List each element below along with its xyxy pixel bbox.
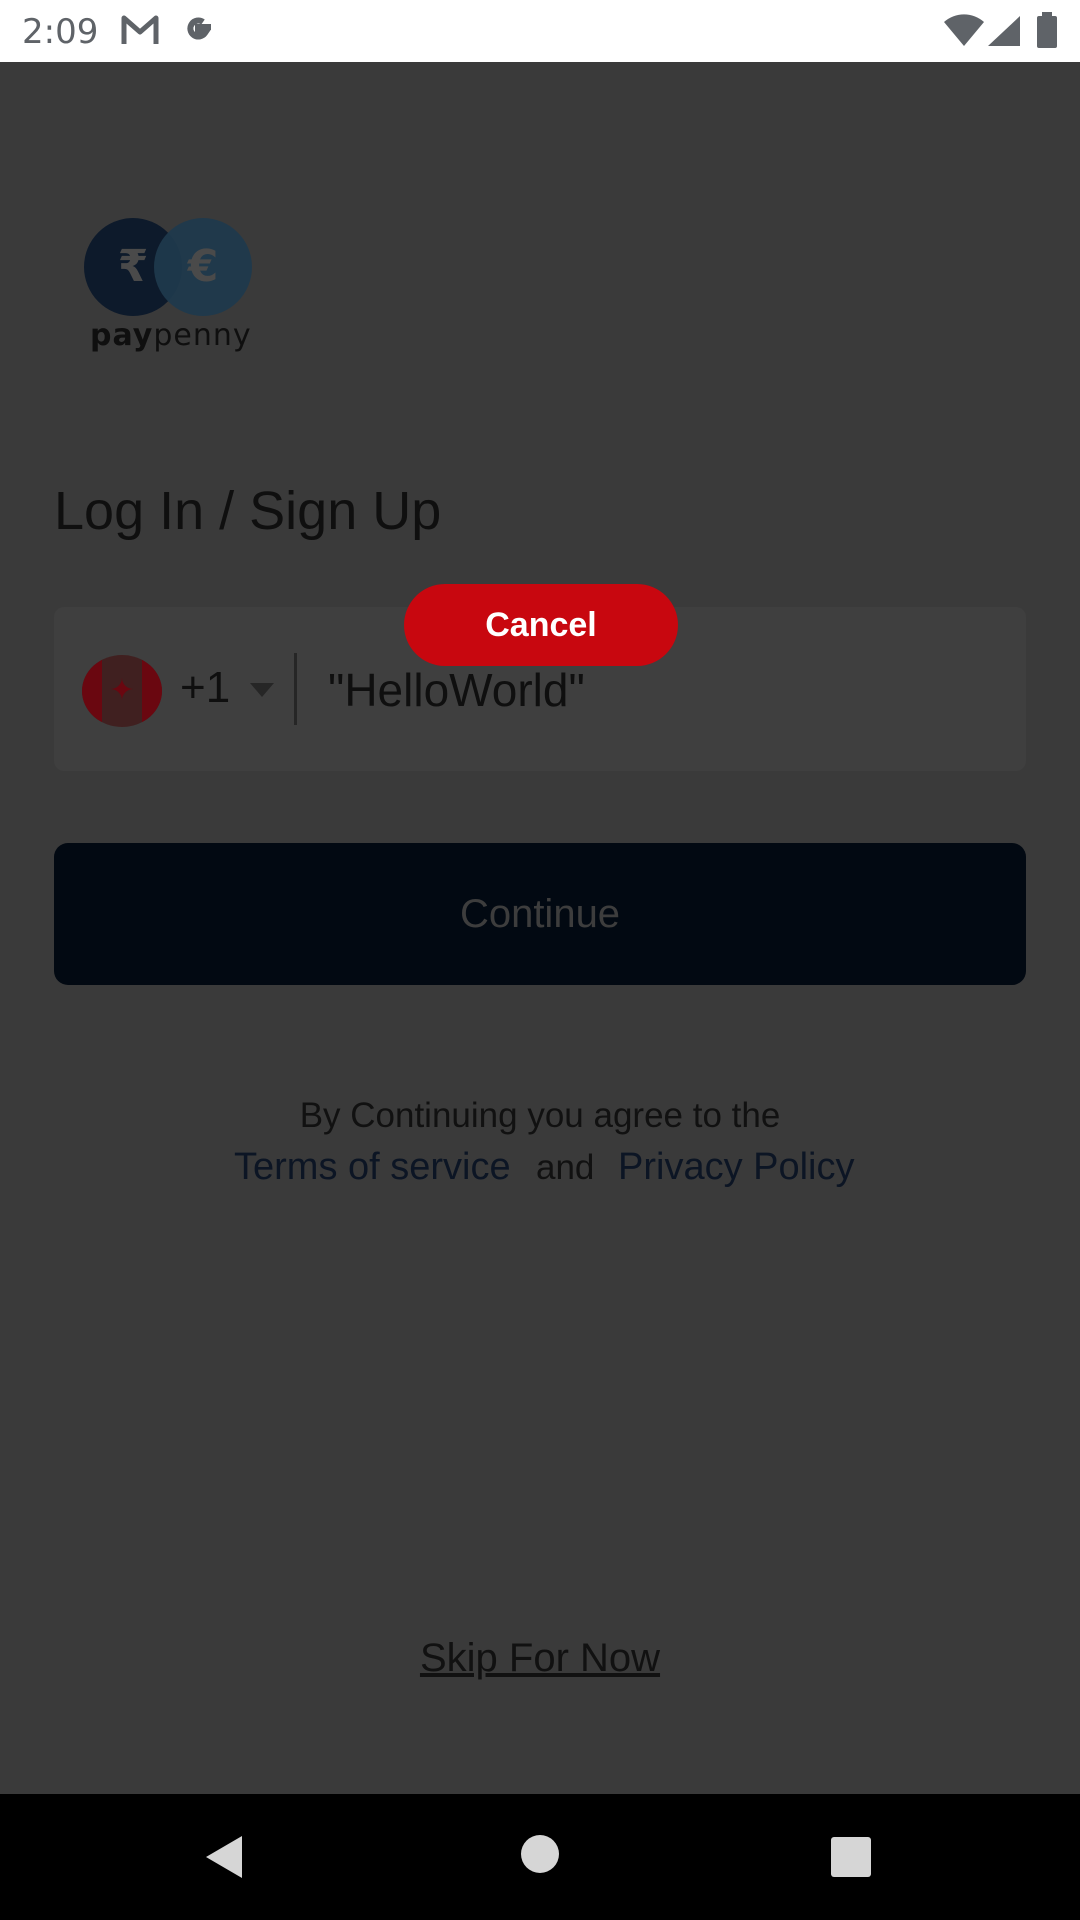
dial-code[interactable]: +1	[180, 663, 230, 713]
privacy-policy-link[interactable]: Privacy Policy	[618, 1146, 855, 1189]
logo-wordmark: paypenny	[90, 318, 252, 353]
google-icon	[180, 12, 216, 53]
battery-icon	[1036, 12, 1058, 53]
agree-text: By Continuing you agree to the	[299, 1096, 781, 1135]
maple-leaf-icon: ✦	[109, 674, 135, 707]
gmail-icon	[120, 12, 160, 53]
euro-icon: €	[187, 241, 219, 292]
back-icon[interactable]	[204, 1834, 244, 1885]
status-time: 2:09	[22, 12, 99, 52]
page-title: Log In / Sign Up	[54, 481, 442, 541]
home-icon[interactable]	[520, 1834, 560, 1879]
terms-of-service-link[interactable]: Terms of service	[234, 1146, 511, 1189]
wifi-icon	[944, 14, 984, 53]
skip-label[interactable]: Skip For Now	[420, 1636, 660, 1680]
continue-button[interactable]: Continue	[54, 843, 1026, 985]
skip-for-now-link[interactable]: Skip For Now	[0, 1636, 1080, 1681]
status-bar: 2:09	[0, 0, 1080, 62]
paypenny-logo: ₹ € paypenny	[84, 218, 254, 358]
logo-text-light: penny	[153, 318, 252, 353]
signal-icon	[986, 14, 1022, 53]
euro-circle: €	[154, 218, 252, 316]
cancel-button[interactable]: Cancel	[404, 584, 678, 666]
navigation-bar	[0, 1794, 1080, 1920]
canada-flag-icon[interactable]: ✦	[82, 655, 162, 727]
chevron-down-icon[interactable]	[250, 683, 274, 697]
recents-icon[interactable]	[830, 1836, 872, 1883]
field-divider	[294, 653, 297, 725]
and-text: and	[536, 1148, 595, 1187]
logo-text-bold: pay	[90, 318, 154, 353]
phone-input[interactable]	[328, 655, 988, 725]
